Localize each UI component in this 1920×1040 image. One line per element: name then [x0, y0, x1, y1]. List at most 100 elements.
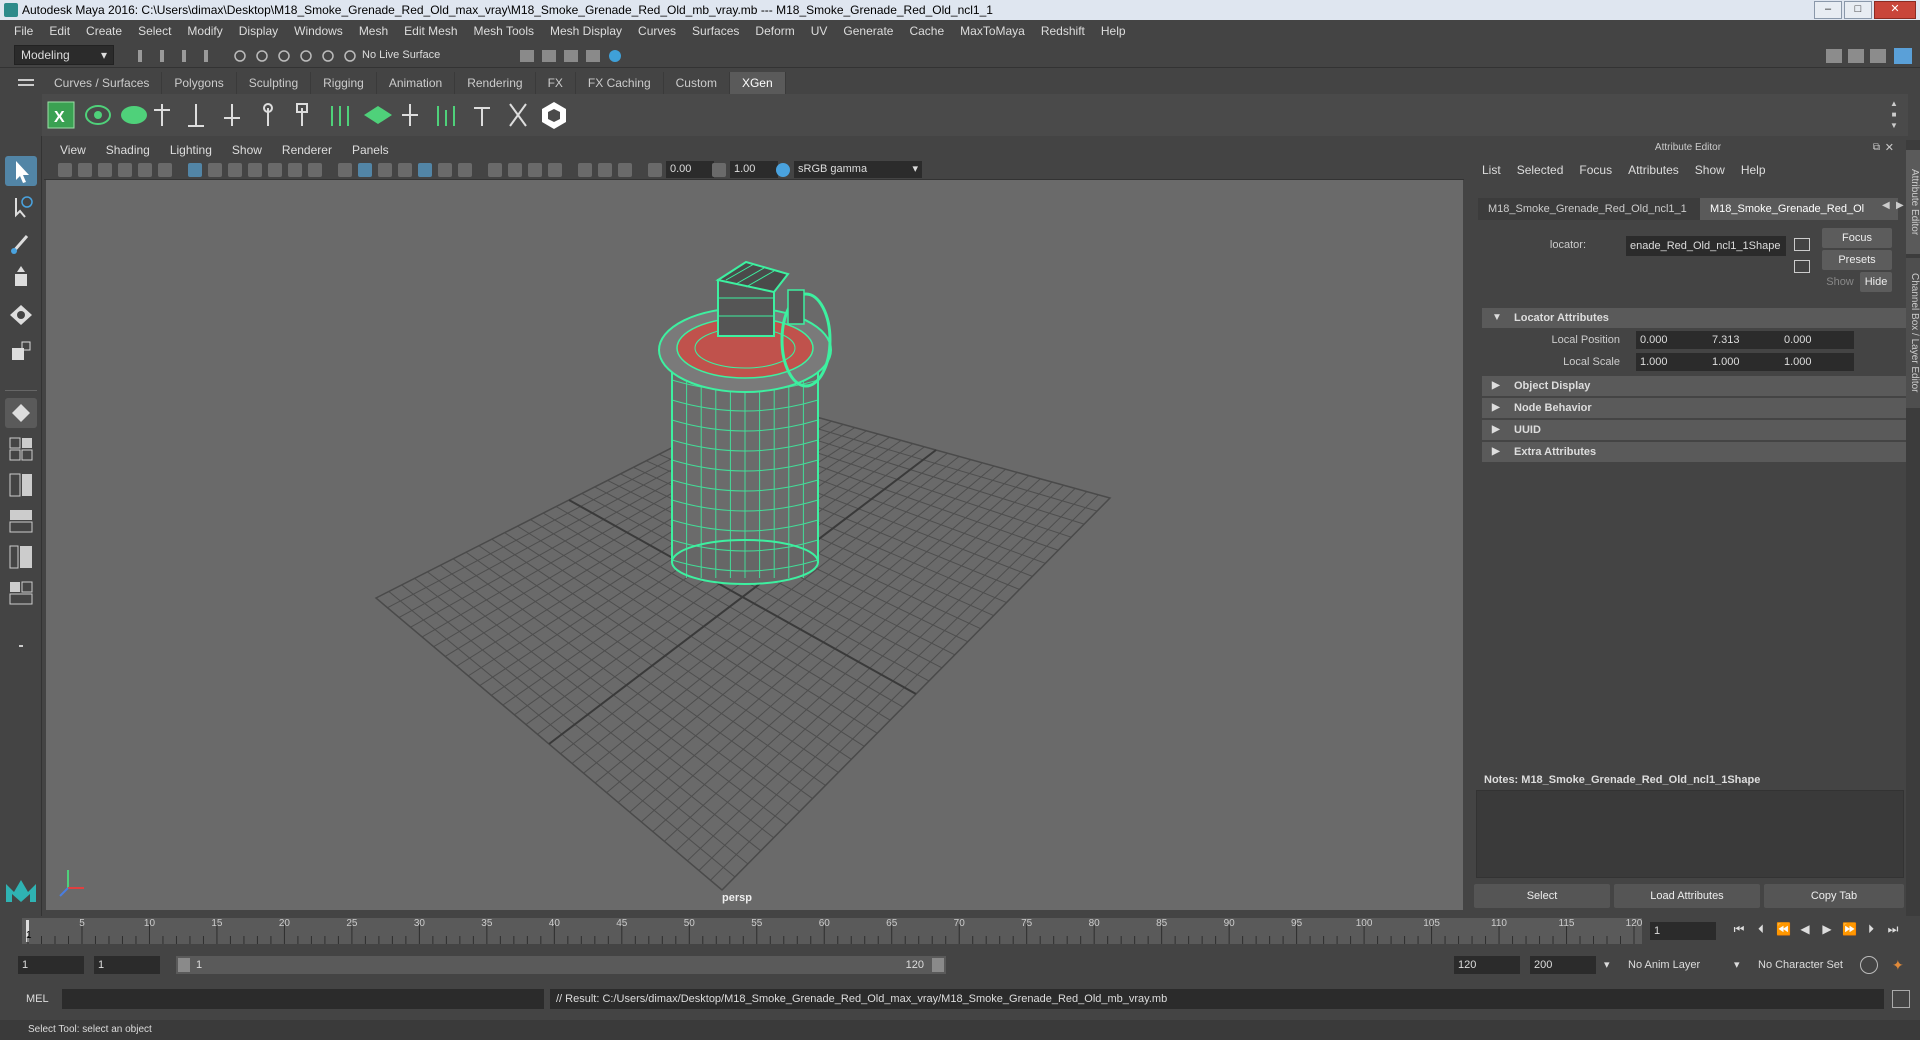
copy-tab-button[interactable]: Copy Tab	[1764, 884, 1904, 908]
tab-sculpting[interactable]: Sculpting	[236, 72, 312, 94]
side-tab-channel-box[interactable]: Channel Box / Layer Editor	[1906, 258, 1920, 408]
screen-space-ao-icon[interactable]	[458, 163, 472, 177]
ae-tab-transform[interactable]: M18_Smoke_Grenade_Red_Old_ncl1_1	[1478, 198, 1718, 220]
graph-layout-icon[interactable]	[5, 542, 37, 572]
ae-menu-selected[interactable]: Selected	[1511, 160, 1574, 180]
select-button[interactable]: Select	[1474, 884, 1610, 908]
ae-tab-shape[interactable]: M18_Smoke_Grenade_Red_Ol	[1700, 198, 1898, 220]
menu-cache[interactable]: Cache	[901, 24, 952, 38]
tab-rendering[interactable]: Rendering	[455, 72, 536, 94]
menu-modify[interactable]: Modify	[179, 24, 230, 38]
two-pane-layout-icon[interactable]	[5, 470, 37, 500]
single-pane-layout-icon[interactable]	[5, 398, 37, 428]
perspective-viewport[interactable]: persp	[46, 180, 1463, 910]
section-extra-attributes[interactable]: ▶ Extra Attributes	[1482, 442, 1920, 462]
tab-scroll-left-icon[interactable]: ◀	[1882, 200, 1890, 211]
section-node-behavior[interactable]: ▶ Node Behavior	[1482, 398, 1920, 418]
shelf-scroll-icon[interactable]: ▲ ■ ▼	[1888, 98, 1900, 132]
xray-icon[interactable]	[578, 163, 592, 177]
step-back-key-icon[interactable]: ⏪	[1776, 922, 1791, 936]
menu-curves[interactable]: Curves	[630, 24, 684, 38]
menu-mesh[interactable]: Mesh	[351, 24, 396, 38]
tab-scroll-right-icon[interactable]: ▶	[1896, 200, 1904, 211]
animation-start-field[interactable]: 1	[18, 956, 84, 974]
menu-surfaces[interactable]: Surfaces	[684, 24, 747, 38]
focus-button[interactable]: Focus	[1822, 228, 1892, 248]
outliner-layout-icon[interactable]	[5, 506, 37, 536]
presets-button[interactable]: Presets	[1822, 250, 1892, 270]
side-tab-attribute-editor[interactable]: Attribute Editor	[1906, 150, 1920, 254]
menu-file[interactable]: File	[6, 24, 41, 38]
animation-end-field[interactable]: 200	[1530, 956, 1596, 974]
script-language-label[interactable]: MEL	[26, 990, 49, 1008]
2d-pan-icon[interactable]	[138, 163, 152, 177]
lasso-tool-icon[interactable]	[5, 192, 37, 222]
grenade-model[interactable]	[658, 260, 832, 585]
gamma-icon[interactable]	[712, 163, 726, 177]
tab-polygons[interactable]: Polygons	[162, 72, 237, 94]
textured-icon[interactable]	[398, 163, 412, 177]
maximize-button[interactable]: □	[1844, 1, 1872, 19]
menu-redshift[interactable]: Redshift	[1033, 24, 1093, 38]
step-forward-icon[interactable]: ⏵	[1864, 922, 1878, 936]
step-back-icon[interactable]: ⏴	[1754, 922, 1768, 936]
menu-deform[interactable]: Deform	[747, 24, 802, 38]
safe-action-icon[interactable]	[288, 163, 302, 177]
go-to-output-icon[interactable]	[1794, 260, 1810, 273]
menu-mesh-tools[interactable]: Mesh Tools	[466, 24, 542, 38]
step-forward-key-icon[interactable]: ⏩	[1842, 922, 1857, 936]
tab-animation[interactable]: Animation	[376, 72, 456, 94]
shelf-menu-icon[interactable]	[18, 76, 34, 90]
go-to-input-icon[interactable]	[1794, 238, 1810, 251]
section-uuid[interactable]: ▶ UUID	[1482, 420, 1920, 440]
select-tool-icon[interactable]	[5, 156, 37, 186]
close-button[interactable]: ✕	[1874, 1, 1916, 19]
range-start-handle[interactable]	[178, 958, 190, 972]
hypershade-layout-icon[interactable]	[5, 578, 37, 608]
anim-layer-dropdown[interactable]: No Anim Layer	[1622, 956, 1738, 974]
menu-edit[interactable]: Edit	[41, 24, 78, 38]
local-scale-y-field[interactable]: 1.000	[1708, 353, 1782, 371]
ae-menu-attributes[interactable]: Attributes	[1622, 160, 1689, 180]
character-set-dropdown[interactable]: No Character Set	[1752, 956, 1872, 974]
tab-fx[interactable]: FX	[535, 72, 576, 94]
chevron-down-icon[interactable]: ▾	[1604, 956, 1610, 974]
xgen-shelf-icons[interactable]: X	[46, 100, 586, 130]
ae-menu-focus[interactable]: Focus	[1573, 160, 1622, 180]
workspace-icons[interactable]	[1822, 46, 1918, 66]
tab-fx-caching[interactable]: FX Caching	[575, 72, 664, 94]
locator-name-field[interactable]: enade_Red_Old_ncl1_1Shape	[1626, 236, 1786, 256]
menu-help[interactable]: Help	[1093, 24, 1134, 38]
field-chart-icon[interactable]	[268, 163, 282, 177]
menu-select[interactable]: Select	[130, 24, 179, 38]
scale-tool-icon[interactable]	[5, 336, 37, 366]
menu-mesh-display[interactable]: Mesh Display	[542, 24, 630, 38]
show-button[interactable]: Show	[1824, 272, 1856, 292]
live-surface-label[interactable]: No Live Surface	[362, 45, 440, 65]
range-slider-bar[interactable]: 1 120	[176, 956, 946, 974]
ae-menu-list[interactable]: List	[1476, 160, 1511, 180]
grease-pencil-icon[interactable]	[158, 163, 172, 177]
menu-edit-mesh[interactable]: Edit Mesh	[396, 24, 465, 38]
section-locator-attributes[interactable]: ▼ Locator Attributes	[1482, 308, 1920, 328]
ae-menu-show[interactable]: Show	[1689, 160, 1735, 180]
ae-menu-help[interactable]: Help	[1735, 160, 1776, 180]
film-gate-icon[interactable]	[208, 163, 222, 177]
hide-button[interactable]: Hide	[1860, 272, 1892, 292]
safe-title-icon[interactable]	[308, 163, 322, 177]
time-slider-track[interactable]: 1 5 10 15 20 25 30 35 40 45 50 55 60 65 70 75 80 85 90 95 1…	[22, 918, 1642, 944]
local-scale-z-field[interactable]: 1.000	[1780, 353, 1854, 371]
backface-culling-icon[interactable]	[618, 163, 632, 177]
more-layouts-icon[interactable]	[5, 636, 37, 656]
vp-menu-view[interactable]: View	[50, 143, 96, 157]
local-position-z-field[interactable]: 0.000	[1780, 331, 1854, 349]
minimize-button[interactable]: –	[1814, 1, 1842, 19]
notes-textarea[interactable]	[1476, 790, 1904, 878]
animation-prefs-icon[interactable]: ✦	[1892, 956, 1910, 974]
go-to-end-icon[interactable]: ⏭	[1886, 922, 1900, 936]
bookmark-icon[interactable]	[98, 163, 112, 177]
current-frame-field[interactable]: 1	[1650, 922, 1716, 940]
local-position-x-field[interactable]: 0.000	[1636, 331, 1710, 349]
tab-rigging[interactable]: Rigging	[311, 72, 377, 94]
image-plane-icon[interactable]	[118, 163, 132, 177]
